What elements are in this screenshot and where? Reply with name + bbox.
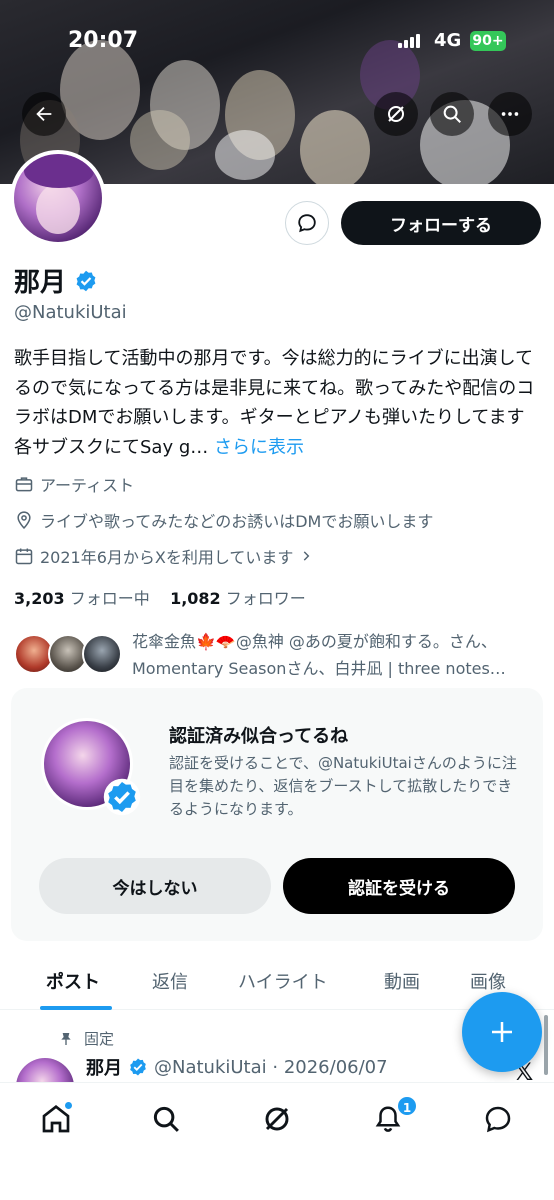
verified-badge-icon: [130, 1058, 146, 1076]
message-bubble-icon: [298, 214, 316, 233]
chat-icon: [485, 1106, 511, 1133]
search-icon: [153, 1106, 179, 1132]
profile-handle: @NatukiUtai: [14, 302, 127, 323]
followers-count: 1,082: [170, 589, 221, 608]
profile-bio: 歌手目指して活動中の那月です。今は総力的にライブに出演してるので気になってる方は…: [14, 344, 540, 462]
briefcase-icon: [15, 477, 33, 492]
status-time: 20:07: [68, 28, 139, 53]
signal-icon: [398, 34, 420, 48]
nav-grok[interactable]: [259, 1101, 295, 1137]
chevron-right-icon: [304, 551, 310, 561]
more-button[interactable]: [488, 92, 532, 136]
tab-media[interactable]: 画像: [470, 968, 506, 994]
profile-avatar[interactable]: [10, 150, 106, 246]
message-button[interactable]: [285, 201, 329, 245]
grok-button[interactable]: [374, 92, 418, 136]
verify-description: 認証を受けることで、@NatukiUtaiさんのように注目を集めたり、返信をブー…: [169, 754, 517, 818]
more-dots-icon: [501, 112, 519, 116]
location-label: ライブや歌ってみたなどのお誘いはDMでお願いします: [40, 512, 434, 531]
active-tab-indicator: [40, 1006, 112, 1010]
category-label: アーティスト: [40, 476, 135, 495]
following-label: フォロー中: [69, 589, 150, 608]
profile-tabs: ポスト 返信 ハイライト 動画 画像: [0, 958, 554, 1010]
joined-label: 2021年6月からXを利用しています: [40, 548, 294, 567]
followed-by-text: 花傘金魚🍁🪭@魚神 @あの夏が飽和する。さん、 Momentary Season…: [132, 628, 544, 682]
followed-by-line: 花傘金魚🍁🪭@魚神 @あの夏が飽和する。さん、: [132, 632, 497, 651]
following-link[interactable]: 3,203 フォロー中: [14, 589, 150, 608]
verified-badge-icon: [103, 778, 141, 816]
tab-posts[interactable]: ポスト: [46, 968, 100, 994]
followers-label: フォロワー: [225, 589, 306, 608]
grok-icon: [265, 1107, 289, 1131]
post-author-name[interactable]: 那月: [86, 1054, 122, 1080]
tab-videos[interactable]: 動画: [384, 968, 420, 994]
verified-badge-icon[interactable]: [74, 269, 98, 293]
follow-stats: 3,203 フォロー中 1,082 フォロワー: [14, 585, 306, 609]
profile-category: アーティスト: [14, 472, 134, 496]
calendar-icon: [15, 548, 33, 565]
grok-icon: [388, 106, 404, 122]
bio-show-more-link[interactable]: さらに表示: [214, 437, 304, 458]
verify-promo-card: 認証済み似合ってるね 認証を受けることで、@NatukiUtaiさんのように注目…: [11, 688, 543, 941]
post-header: 那月 @NatukiUtai · 2026/06/07: [86, 1054, 388, 1080]
nav-home[interactable]: [38, 1101, 74, 1137]
notification-badge: 1: [396, 1095, 418, 1117]
compose-button[interactable]: [462, 992, 542, 1072]
search-button[interactable]: [430, 92, 474, 136]
search-icon: [443, 105, 461, 123]
profile-name-row: 那月: [14, 262, 98, 299]
tab-highlights[interactable]: ハイライト: [238, 968, 328, 994]
status-bar: 20:07 4G 90+: [0, 0, 554, 60]
get-verified-button[interactable]: 認証を受ける: [283, 858, 515, 914]
location-pin-icon: [17, 511, 31, 529]
back-button[interactable]: [22, 92, 66, 136]
bottom-nav: 1: [0, 1082, 554, 1200]
follow-button[interactable]: フォローする: [341, 201, 541, 245]
home-unread-dot: [64, 1101, 73, 1110]
followers-link[interactable]: 1,082 フォロワー: [170, 589, 306, 608]
profile-joined[interactable]: 2021年6月からXを利用しています: [14, 544, 313, 568]
pinned-label-row: 固定: [58, 1028, 114, 1049]
pinned-label: 固定: [84, 1030, 115, 1048]
profile-name: 那月: [14, 268, 67, 298]
pin-icon: [61, 1032, 71, 1045]
nav-search[interactable]: [148, 1101, 184, 1137]
nav-messages[interactable]: [480, 1101, 516, 1137]
arrow-left-icon: [36, 106, 52, 122]
plus-icon: [492, 1022, 512, 1042]
profile-location: ライブや歌ってみたなどのお誘いはDMでお願いします: [14, 508, 433, 532]
verify-title: 認証済み似合ってるね: [169, 726, 349, 747]
followed-by-section[interactable]: 花傘金魚🍁🪭@魚神 @あの夏が飽和する。さん、 Momentary Season…: [14, 628, 544, 684]
tab-replies[interactable]: 返信: [152, 968, 188, 994]
post-meta: @NatukiUtai · 2026/06/07: [154, 1056, 388, 1078]
follower-avatar: [82, 634, 122, 674]
followed-by-line: Momentary Seasonさん、白井凪 | three notes…: [132, 659, 506, 678]
battery-icon: 90+: [470, 31, 506, 51]
following-count: 3,203: [14, 589, 65, 608]
network-type: 4G: [434, 30, 462, 51]
scrollbar[interactable]: [544, 1015, 548, 1075]
not-now-button[interactable]: 今はしない: [39, 858, 271, 914]
